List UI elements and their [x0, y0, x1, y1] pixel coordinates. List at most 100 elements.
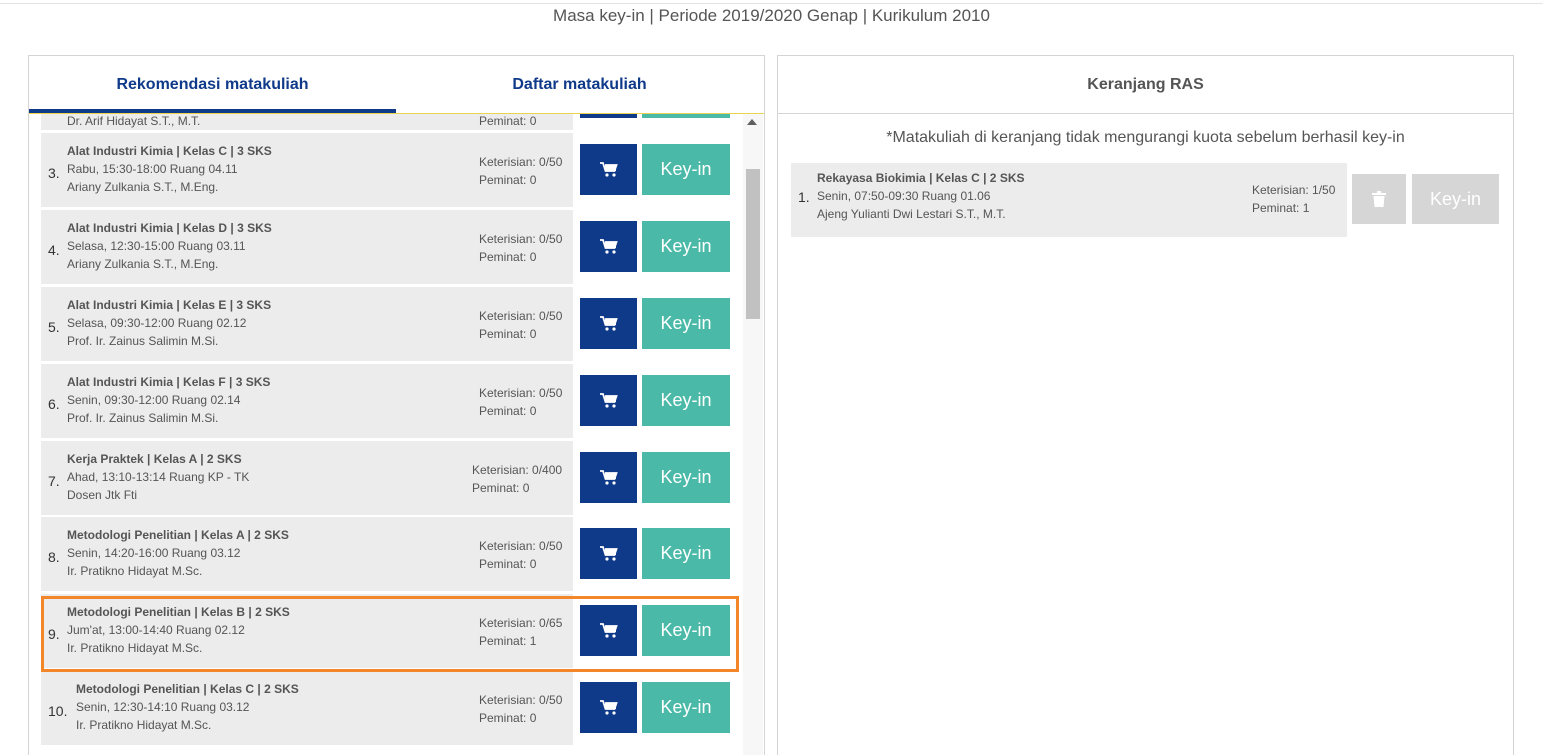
list-item: Dr. Arif Hidayat S.T., M.T. Peminat: 0 — [41, 114, 741, 130]
course-schedule: Senin, 07:50-09:30 Ruang 01.06 — [817, 189, 991, 203]
course-lecturer: Dr. Arif Hidayat S.T., M.T. — [67, 114, 201, 128]
course-lecturer: Prof. Ir. Zainus Salimin M.Si. — [67, 411, 219, 425]
list-item: 9. Metodologi Penelitian | Kelas B | 2 S… — [41, 594, 741, 668]
course-info: 10. Metodologi Penelitian | Kelas C | 2 … — [41, 671, 573, 745]
course-peminat: Peminat: 0 — [479, 557, 537, 571]
course-title: Alat Industri Kimia | Kelas D | 3 SKS — [67, 221, 272, 235]
course-schedule: Senin, 14:20-16:00 Ruang 03.12 — [67, 546, 241, 560]
keyin-button[interactable]: Key-in — [642, 144, 730, 195]
cart-panel: Keranjang RAS *Matakuliah di keranjang t… — [777, 55, 1514, 755]
list-item: 3. Alat Industri Kimia | Kelas C | 3 SKS… — [41, 133, 741, 207]
course-schedule: Rabu, 15:30-18:00 Ruang 04.11 — [67, 162, 238, 176]
shopping-cart-icon — [599, 545, 618, 561]
course-title: Alat Industri Kimia | Kelas F | 3 SKS — [67, 375, 271, 389]
course-number: 6. — [48, 396, 60, 412]
course-info: 9. Metodologi Penelitian | Kelas B | 2 S… — [41, 594, 573, 668]
course-schedule: Senin, 12:30-14:10 Ruang 03.12 — [76, 700, 250, 714]
course-peminat: Peminat: 0 — [479, 250, 537, 264]
course-title: Alat Industri Kimia | Kelas C | 3 SKS — [67, 144, 272, 158]
course-title: Metodologi Penelitian | Kelas A | 2 SKS — [67, 528, 289, 542]
add-to-cart-button[interactable] — [580, 682, 637, 733]
course-number: 9. — [48, 626, 60, 642]
course-number: 7. — [48, 473, 60, 489]
shopping-cart-icon — [599, 622, 618, 638]
tab-daftar[interactable]: Daftar matakuliah — [396, 56, 763, 113]
course-keterisian: Keterisian: 0/50 — [479, 539, 563, 553]
course-lecturer: Ir. Pratikno Hidayat M.Sc. — [76, 718, 212, 732]
scrollbar[interactable] — [743, 114, 763, 755]
course-lecturer: Prof. Ir. Zainus Salimin M.Si. — [67, 334, 219, 348]
course-info: 7. Kerja Praktek | Kelas A | 2 SKS Ahad,… — [41, 441, 573, 515]
course-schedule: Selasa, 12:30-15:00 Ruang 03.11 — [67, 239, 246, 253]
add-to-cart-button[interactable] — [580, 605, 637, 656]
course-info: 6. Alat Industri Kimia | Kelas F | 3 SKS… — [41, 364, 573, 438]
shopping-cart-icon — [599, 469, 618, 485]
course-schedule: Selasa, 09:30-12:00 Ruang 02.12 — [67, 316, 247, 330]
course-title: Metodologi Penelitian | Kelas B | 2 SKS — [67, 605, 290, 619]
course-schedule: Senin, 09:30-12:00 Ruang 02.14 — [67, 393, 241, 407]
page-title: Masa key-in | Periode 2019/2020 Genap | … — [553, 6, 990, 25]
keyin-button[interactable] — [642, 114, 730, 118]
course-list[interactable]: Dr. Arif Hidayat S.T., M.T. Peminat: 0 3… — [29, 114, 764, 755]
keyin-button-disabled[interactable]: Key-in — [1412, 174, 1499, 224]
tab-bar: Rekomendasi matakuliah Daftar matakuliah — [29, 56, 764, 114]
course-title: Rekayasa Biokimia | Kelas C | 2 SKS — [817, 171, 1025, 185]
keyin-button[interactable]: Key-in — [642, 682, 730, 733]
cart-notice: *Matakuliah di keranjang tidak mengurang… — [886, 129, 1405, 146]
course-info: 1. Rekayasa Biokimia | Kelas C | 2 SKS S… — [791, 163, 1347, 237]
cart-title: Keranjang RAS — [778, 56, 1513, 114]
add-to-cart-button[interactable] — [580, 375, 637, 426]
course-info: 8. Metodologi Penelitian | Kelas A | 2 S… — [41, 517, 573, 591]
trash-icon — [1372, 191, 1386, 207]
course-peminat: Peminat: 1 — [479, 634, 537, 648]
cart-item: 1. Rekayasa Biokimia | Kelas C | 2 SKS S… — [791, 163, 1501, 237]
scrollbar-thumb[interactable] — [746, 169, 760, 319]
shopping-cart-icon — [599, 161, 618, 177]
course-keterisian: Keterisian: 1/50 — [1252, 183, 1336, 197]
course-peminat: Peminat: 0 — [479, 711, 537, 725]
course-lecturer: Ir. Pratikno Hidayat M.Sc. — [67, 641, 203, 655]
keyin-button[interactable]: Key-in — [642, 605, 730, 656]
course-peminat: Peminat: 0 — [479, 327, 537, 341]
course-peminat: Peminat: 0 — [479, 173, 537, 187]
remove-from-cart-button[interactable] — [1352, 174, 1406, 224]
page: Masa key-in | Periode 2019/2020 Genap | … — [0, 0, 1543, 755]
keyin-button[interactable]: Key-in — [642, 452, 730, 503]
shopping-cart-icon — [599, 238, 618, 254]
course-number: 3. — [48, 165, 60, 181]
course-keterisian: Keterisian: 0/65 — [479, 616, 563, 630]
list-item: 5. Alat Industri Kimia | Kelas E | 3 SKS… — [41, 287, 741, 361]
course-keterisian: Keterisian: 0/50 — [479, 232, 563, 246]
add-to-cart-button[interactable] — [580, 528, 637, 579]
course-info: 3. Alat Industri Kimia | Kelas C | 3 SKS… — [41, 133, 573, 207]
shopping-cart-icon — [599, 392, 618, 408]
course-info: Dr. Arif Hidayat S.T., M.T. Peminat: 0 — [41, 114, 573, 130]
shopping-cart-icon — [599, 699, 618, 715]
scroll-up-arrow-icon[interactable] — [747, 119, 757, 125]
keyin-button[interactable]: Key-in — [642, 528, 730, 579]
course-title: Alat Industri Kimia | Kelas E | 3 SKS — [67, 298, 272, 312]
course-title: Metodologi Penelitian | Kelas C | 2 SKS — [76, 682, 299, 696]
course-number: 10. — [48, 703, 68, 719]
top-divider — [0, 3, 1543, 4]
add-to-cart-button[interactable] — [580, 114, 637, 118]
keyin-button[interactable]: Key-in — [642, 375, 730, 426]
course-info: 5. Alat Industri Kimia | Kelas E | 3 SKS… — [41, 287, 573, 361]
add-to-cart-button[interactable] — [580, 221, 637, 272]
shopping-cart-icon — [599, 315, 618, 331]
course-keterisian: Keterisian: 0/50 — [479, 309, 563, 323]
list-item: 10. Metodologi Penelitian | Kelas C | 2 … — [41, 671, 741, 745]
course-peminat: Peminat: 0 — [479, 114, 537, 128]
course-list-panel: Rekomendasi matakuliah Daftar matakuliah… — [28, 55, 765, 755]
keyin-button[interactable]: Key-in — [642, 298, 730, 349]
add-to-cart-button[interactable] — [580, 452, 637, 503]
list-item: 8. Metodologi Penelitian | Kelas A | 2 S… — [41, 517, 741, 591]
course-peminat: Peminat: 0 — [472, 481, 530, 495]
tab-rekomendasi[interactable]: Rekomendasi matakuliah — [29, 56, 396, 113]
course-keterisian: Keterisian: 0/400 — [472, 463, 563, 477]
course-keterisian: Keterisian: 0/50 — [479, 386, 563, 400]
course-number: 5. — [48, 319, 60, 335]
add-to-cart-button[interactable] — [580, 144, 637, 195]
keyin-button[interactable]: Key-in — [642, 221, 730, 272]
add-to-cart-button[interactable] — [580, 298, 637, 349]
